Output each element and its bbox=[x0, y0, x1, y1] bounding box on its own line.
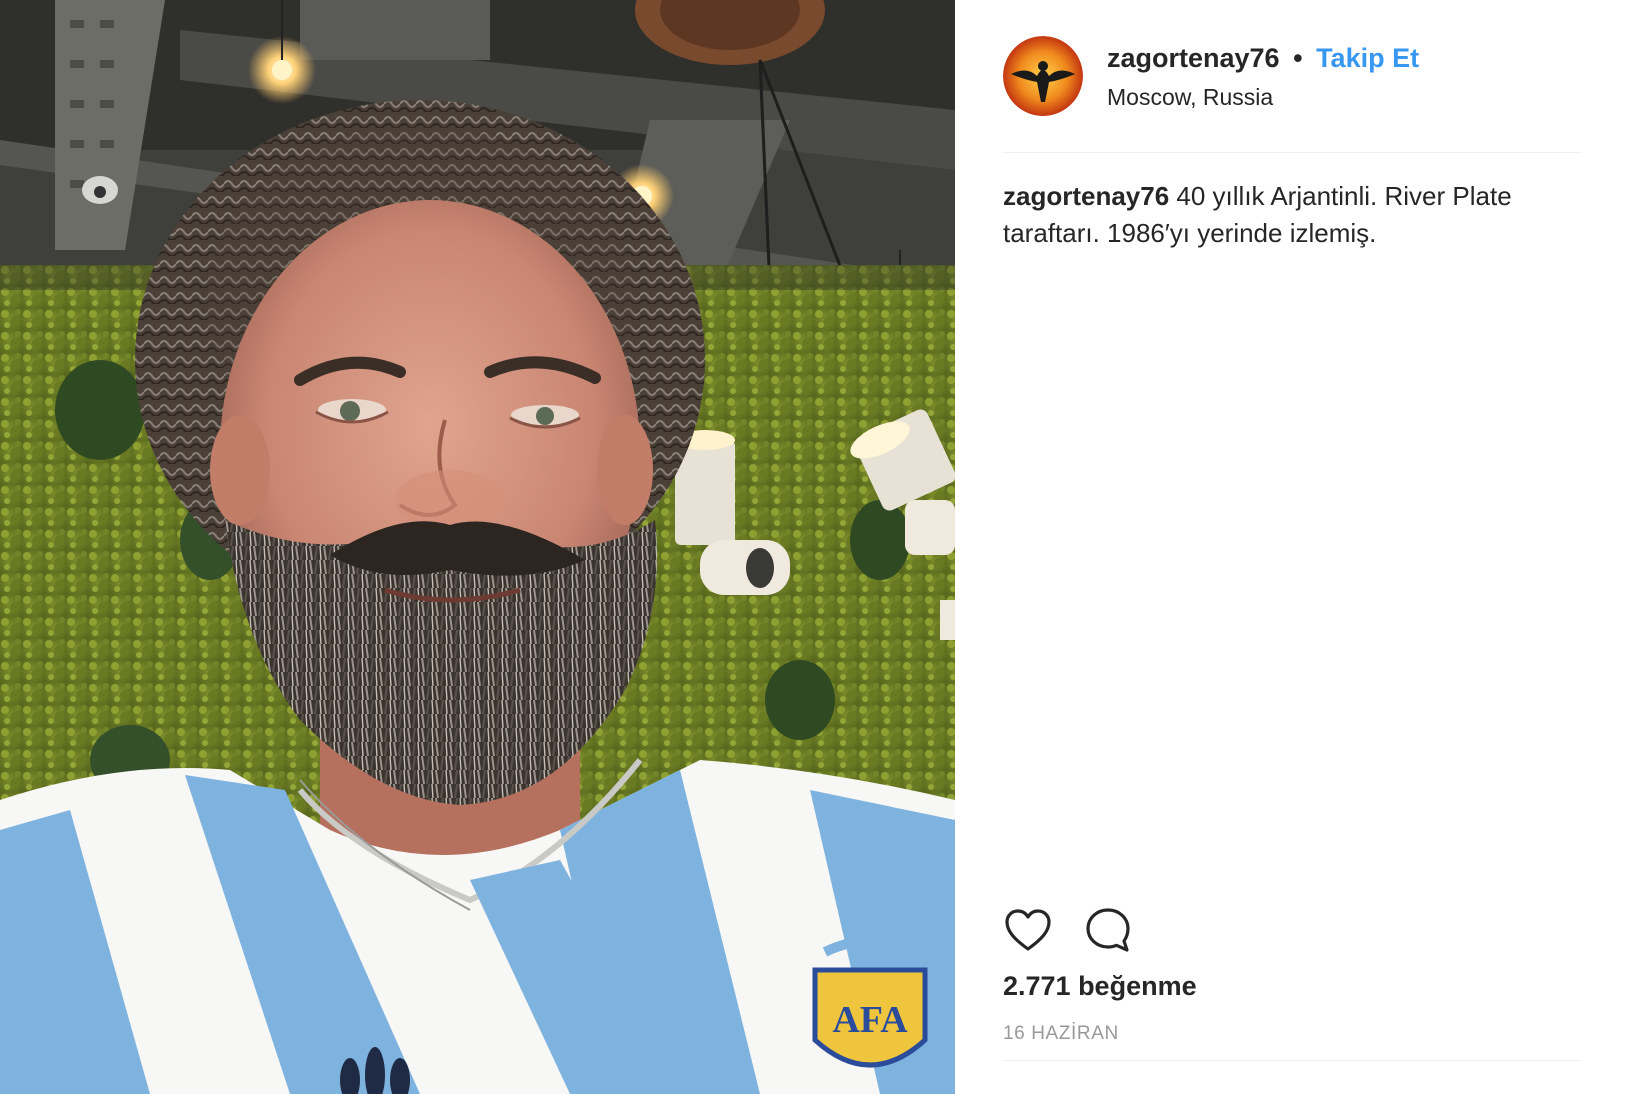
like-button[interactable] bbox=[1003, 905, 1053, 955]
header-line: zagortenay76 • Takip Et bbox=[1107, 40, 1419, 76]
heart-icon bbox=[1005, 909, 1051, 951]
instagram-post: AFA zagortenay76 • Takip Et Moscow, Russ… bbox=[0, 0, 1628, 1094]
location-link[interactable]: Moscow, Russia bbox=[1107, 82, 1419, 112]
svg-text:AFA: AFA bbox=[832, 999, 908, 1041]
comment-button[interactable] bbox=[1083, 905, 1133, 955]
header-text: zagortenay76 • Takip Et Moscow, Russia bbox=[1107, 36, 1419, 112]
post-sidebar: zagortenay76 • Takip Et Moscow, Russia z… bbox=[955, 0, 1628, 1094]
avatar-bird-icon bbox=[1003, 36, 1083, 116]
action-bar bbox=[1003, 906, 1163, 954]
header-divider bbox=[1003, 152, 1581, 153]
user-avatar[interactable] bbox=[1003, 36, 1083, 116]
post-header: zagortenay76 • Takip Et Moscow, Russia bbox=[1003, 36, 1581, 116]
likes-count[interactable]: 2.771 beğenme bbox=[1003, 969, 1197, 1003]
selfie-image: AFA bbox=[0, 0, 955, 1094]
caption-username-link[interactable]: zagortenay76 bbox=[1003, 181, 1169, 211]
post-caption: zagortenay76 40 yıllık Arjantinli. River… bbox=[1003, 178, 1581, 252]
post-date[interactable]: 16 HAZİRAN bbox=[1003, 1022, 1119, 1046]
follow-button[interactable]: Takip Et bbox=[1316, 43, 1419, 73]
separator-dot: • bbox=[1293, 43, 1303, 73]
username-link[interactable]: zagortenay76 bbox=[1107, 43, 1280, 73]
footer-divider bbox=[1003, 1060, 1581, 1061]
post-photo[interactable]: AFA bbox=[0, 0, 955, 1094]
comment-bubble-icon bbox=[1086, 908, 1130, 952]
